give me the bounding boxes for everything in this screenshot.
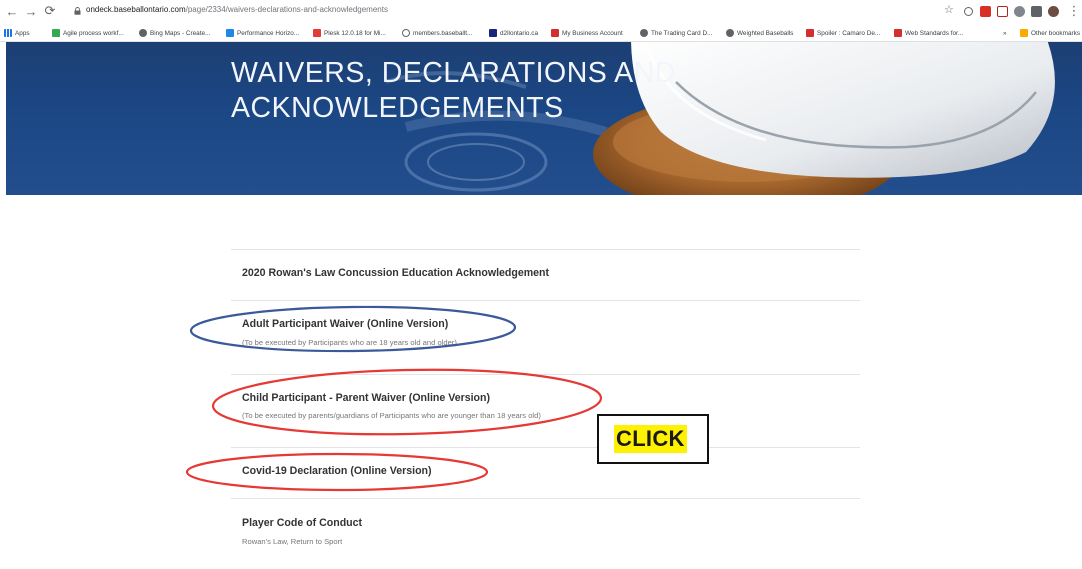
bookmark-label: Performance Horizo... bbox=[237, 29, 300, 37]
browser-toolbar: ← → ⟳ ondeck.baseballontario.com/page/23… bbox=[0, 0, 1082, 23]
doc-link-rowans-law[interactable]: 2020 Rowan's Law Concussion Education Ac… bbox=[242, 267, 549, 279]
back-arrow-icon[interactable]: ← bbox=[4, 3, 20, 19]
bookmark-item[interactable]: The Trading Card D... bbox=[640, 27, 712, 39]
doc-link-child-parent-waiver[interactable]: Child Participant - Parent Waiver (Onlin… bbox=[242, 392, 490, 404]
click-annotation-label: CLICK bbox=[614, 425, 687, 453]
bookmarks-overflow[interactable]: » bbox=[1003, 27, 1007, 39]
divider bbox=[231, 498, 860, 499]
overflow-chevron-icon: » bbox=[1003, 29, 1007, 37]
reload-icon[interactable]: ⟳ bbox=[42, 3, 58, 19]
bookmark-label: Bing Maps - Create... bbox=[150, 29, 211, 37]
d2l-icon bbox=[489, 29, 497, 37]
performance-icon bbox=[226, 29, 234, 37]
plesk-icon bbox=[313, 29, 321, 37]
bookmark-label: The Trading Card D... bbox=[651, 29, 713, 37]
bookmark-item[interactable]: members.baseballt... bbox=[402, 27, 472, 39]
bookmark-label: Apps bbox=[15, 29, 30, 37]
hero-banner: WAIVERS, DECLARATIONS AND ACKNOWLEDGEMEN… bbox=[6, 42, 1082, 195]
page-title-line-1: WAIVERS, DECLARATIONS AND bbox=[231, 57, 676, 89]
divider bbox=[231, 249, 860, 250]
members-icon bbox=[402, 29, 410, 37]
bookmark-item[interactable]: Performance Horizo... bbox=[226, 27, 299, 39]
globe-icon bbox=[726, 29, 734, 37]
maple-leaf-icon bbox=[551, 29, 559, 37]
profile-avatar-icon[interactable] bbox=[1048, 6, 1059, 17]
forward-arrow-icon[interactable]: → bbox=[23, 3, 39, 19]
folder-icon bbox=[1020, 29, 1028, 37]
maple-leaf-icon bbox=[806, 29, 814, 37]
bookmark-label: members.baseballt... bbox=[413, 29, 473, 37]
page-title-line-2: ACKNOWLEDGEMENTS bbox=[231, 92, 564, 124]
menu-dots-icon[interactable]: ⋮ bbox=[1066, 3, 1082, 19]
bookmark-item[interactable]: Weighted Baseballs bbox=[726, 27, 793, 39]
doc-link-player-code-of-conduct[interactable]: Player Code of Conduct bbox=[242, 517, 362, 529]
bookmark-item[interactable]: My Business Account bbox=[551, 27, 623, 39]
url-field[interactable]: ondeck.baseballontario.com/page/2334/wai… bbox=[86, 5, 388, 14]
bookmark-label: My Business Account bbox=[562, 29, 623, 37]
bookmark-label: Agile process workf... bbox=[63, 29, 124, 37]
bookmark-label: Web Standards for... bbox=[905, 29, 964, 37]
doc-link-adult-waiver[interactable]: Adult Participant Waiver (Online Version… bbox=[242, 318, 448, 330]
bookmarks-bar: Apps Agile process workf... Bing Maps - … bbox=[0, 23, 1082, 42]
page-title: WAIVERS, DECLARATIONS AND ACKNOWLEDGEMEN… bbox=[231, 56, 751, 126]
apps-grid-icon bbox=[4, 29, 12, 37]
bookmark-star-icon[interactable]: ☆ bbox=[944, 3, 954, 16]
bookmark-label: Spoiler : Camaro De... bbox=[817, 29, 881, 37]
bookmark-item[interactable]: Agile process workf... bbox=[52, 27, 124, 39]
windows-logo-icon bbox=[52, 29, 60, 37]
bookmark-item[interactable]: Plesk 12.0.18 for Mi... bbox=[313, 27, 386, 39]
bookmark-item[interactable]: d2llontario.ca bbox=[489, 27, 538, 39]
extension-drive-icon[interactable] bbox=[1014, 6, 1025, 17]
bookmark-label: Weighted Baseballs bbox=[737, 29, 794, 37]
bookmark-apps[interactable]: Apps bbox=[4, 27, 30, 39]
url-path: /page/2334/waivers-declarations-and-ackn… bbox=[185, 5, 388, 14]
lock-icon bbox=[74, 7, 81, 15]
extension-box-icon[interactable] bbox=[997, 6, 1008, 17]
doc-link-covid-declaration[interactable]: Covid-19 Declaration (Online Version) bbox=[242, 465, 432, 477]
divider bbox=[231, 447, 860, 448]
bookmark-other[interactable]: Other bookmarks bbox=[1020, 27, 1080, 39]
doc-description: Rowan's Law, Return to Sport bbox=[242, 537, 343, 546]
bookmark-item[interactable]: Web Standards for... bbox=[894, 27, 963, 39]
extension-pdf-icon[interactable] bbox=[980, 6, 991, 17]
doc-description: (To be executed by Participants who are … bbox=[242, 338, 457, 347]
divider bbox=[231, 374, 860, 375]
globe-icon bbox=[640, 29, 648, 37]
screenshot-root: ← → ⟳ ondeck.baseballontario.com/page/23… bbox=[0, 0, 1082, 569]
divider bbox=[231, 300, 860, 301]
extension-circle-icon[interactable] bbox=[964, 7, 973, 16]
bookmark-label: Other bookmarks bbox=[1031, 29, 1081, 37]
bookmark-label: d2llontario.ca bbox=[500, 29, 539, 37]
url-host: ondeck.baseballontario.com bbox=[86, 5, 186, 14]
extensions-puzzle-icon[interactable] bbox=[1031, 6, 1042, 17]
bookmark-item[interactable]: Bing Maps - Create... bbox=[139, 27, 210, 39]
globe-icon bbox=[139, 29, 147, 37]
bookmark-item[interactable]: Spoiler : Camaro De... bbox=[806, 27, 880, 39]
maple-leaf-icon bbox=[894, 29, 902, 37]
bookmark-label: Plesk 12.0.18 for Mi... bbox=[324, 29, 386, 37]
doc-description: (To be executed by parents/guardians of … bbox=[242, 411, 541, 420]
